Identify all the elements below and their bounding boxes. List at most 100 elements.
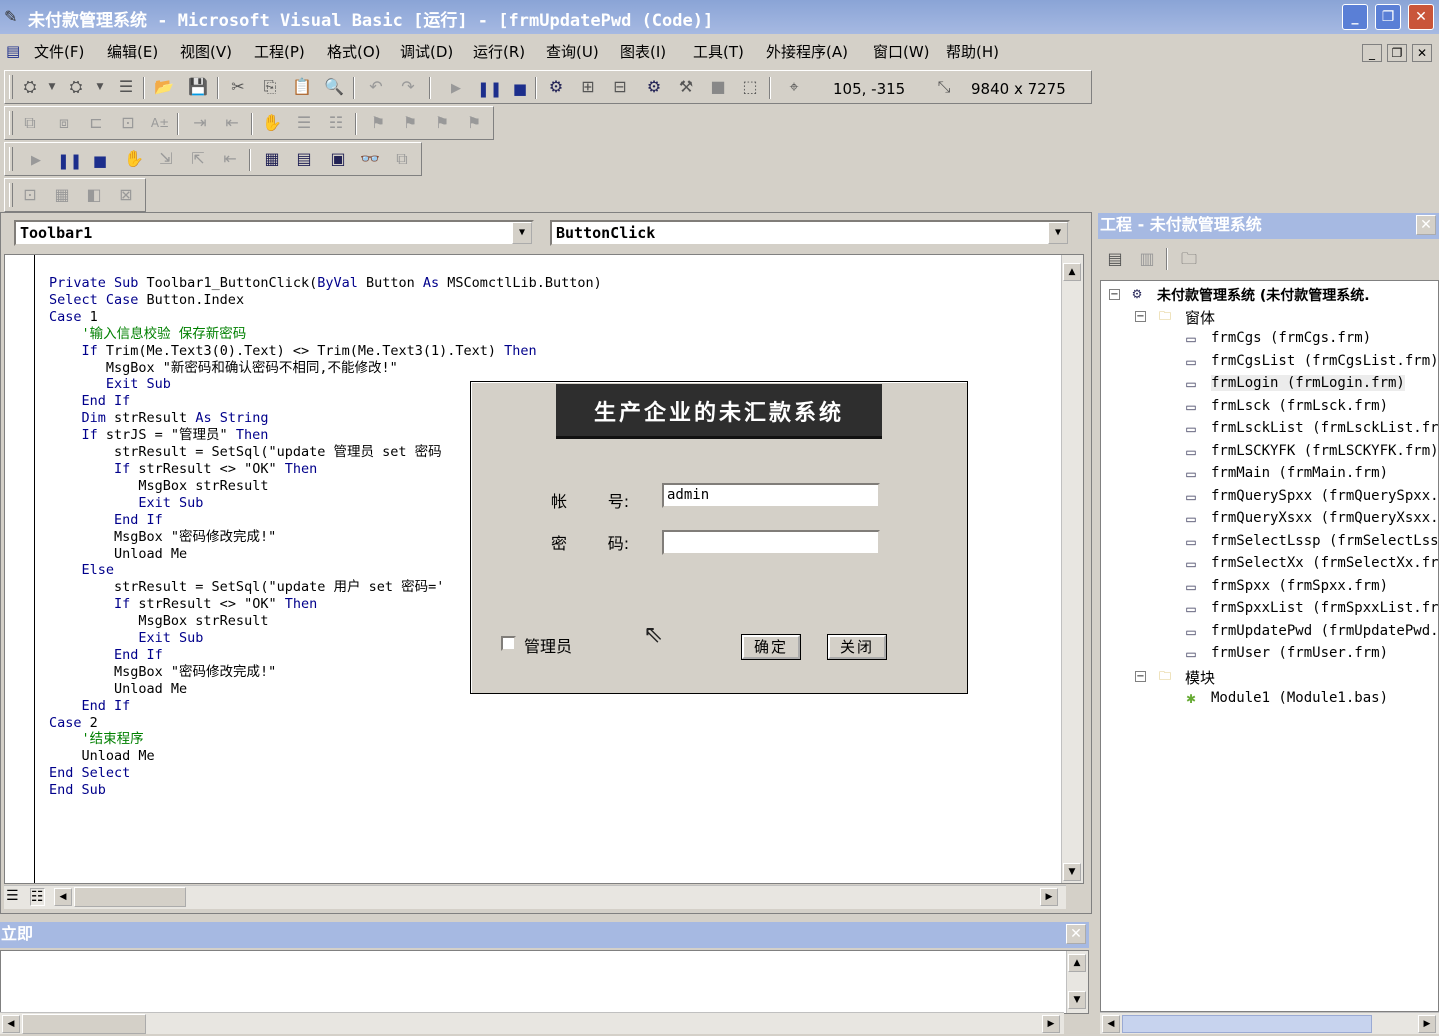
code-horizontal-scrollbar[interactable]: ☰ ☷ ◀ ▶: [4, 885, 1066, 909]
chevron-down-icon[interactable]: ▼: [512, 222, 532, 244]
code-line[interactable]: Case 1: [49, 309, 602, 326]
form-item[interactable]: frmSpxx (frmSpxx.frm): [1211, 578, 1388, 594]
next-bookmark-icon[interactable]: ⚑: [399, 112, 421, 134]
form-item[interactable]: frmSpxxList (frmSpxxList.fr: [1211, 600, 1438, 616]
code-line[interactable]: End Select: [49, 765, 602, 782]
code-line[interactable]: Case 2: [49, 715, 602, 732]
end-icon[interactable]: ■: [509, 78, 531, 100]
toolbar-grip[interactable]: [9, 147, 13, 171]
scroll-thumb[interactable]: [74, 887, 186, 907]
scroll-left-icon[interactable]: ◀: [1102, 1015, 1120, 1033]
outdent-icon[interactable]: ⇤: [221, 112, 243, 134]
close-button[interactable]: ✕: [1408, 4, 1434, 30]
menu-diagram[interactable]: 图表(I): [620, 41, 666, 62]
mdi-restore-button[interactable]: ❐: [1387, 44, 1407, 62]
form-item[interactable]: frmSelectLssp (frmSelectLss: [1211, 533, 1438, 549]
toggle-breakpoint-icon[interactable]: ✋: [123, 148, 145, 170]
immediate-window-icon[interactable]: ▤: [293, 148, 315, 170]
menu-addins[interactable]: 外接程序(A): [766, 41, 848, 62]
add-project-icon[interactable]: ⛭: [19, 76, 41, 98]
chevron-down-icon[interactable]: ▼: [1048, 222, 1068, 244]
clear-bookmarks-icon[interactable]: ⚑: [463, 112, 485, 134]
dropdown-arrow-icon[interactable]: ▼: [89, 76, 111, 98]
paste-icon[interactable]: 📋: [291, 76, 313, 98]
redo-icon[interactable]: ↷: [397, 76, 419, 98]
immediate-window[interactable]: ▲ ▼: [0, 950, 1089, 1014]
code-line[interactable]: Select Case Button.Index: [49, 292, 602, 309]
toolbox-icon[interactable]: ⚒: [675, 76, 697, 98]
parameter-info-icon[interactable]: ⊠: [115, 184, 137, 206]
start-icon[interactable]: ▶: [25, 150, 47, 172]
forms-folder-label[interactable]: 窗体: [1185, 307, 1215, 328]
align-icon[interactable]: ⊏: [85, 112, 107, 134]
dropdown-arrow-icon[interactable]: ▼: [41, 76, 63, 98]
bring-to-front-icon[interactable]: ⧉: [19, 112, 41, 134]
scroll-down-icon[interactable]: ▼: [1068, 991, 1086, 1009]
module-item[interactable]: Module1 (Module1.bas): [1211, 690, 1388, 706]
toolbar-grip[interactable]: [9, 111, 13, 135]
collapse-icon[interactable]: −: [1135, 671, 1146, 682]
center-icon[interactable]: ⊡: [117, 112, 139, 134]
font-size-icon[interactable]: A±: [149, 112, 171, 134]
form-item[interactable]: frmMain (frmMain.frm): [1211, 465, 1388, 481]
form-item[interactable]: frmLsck (frmLsck.frm): [1211, 398, 1388, 414]
scroll-up-icon[interactable]: ▲: [1063, 263, 1081, 281]
password-input[interactable]: [662, 530, 880, 555]
scroll-left-icon[interactable]: ◀: [2, 1015, 20, 1033]
save-icon[interactable]: 💾: [187, 76, 209, 98]
quick-info-icon[interactable]: ◧: [83, 184, 105, 206]
scroll-right-icon[interactable]: ▶: [1040, 888, 1058, 906]
project-tree[interactable]: − ⚙ 未付款管理系统 (未付款管理系统. − 🗀 窗体 ▭ frmCgs (fr…: [1100, 280, 1439, 1012]
locals-window-icon[interactable]: ▦: [261, 148, 283, 170]
open-icon[interactable]: 📂: [153, 76, 175, 98]
admin-checkbox[interactable]: [501, 636, 516, 651]
menu-view[interactable]: 视图(V): [180, 41, 232, 62]
view-object-icon[interactable]: ▥: [1136, 248, 1158, 270]
form-item[interactable]: frmUser (frmUser.frm): [1211, 645, 1388, 661]
previous-bookmark-icon[interactable]: ⚑: [431, 112, 453, 134]
form-item[interactable]: frmLogin (frmLogin.frm): [1211, 375, 1405, 391]
code-line[interactable]: End If: [49, 698, 602, 715]
menu-file[interactable]: 文件(F): [34, 41, 84, 62]
find-icon[interactable]: 🔍: [323, 76, 345, 98]
start-icon[interactable]: ▶: [445, 78, 467, 100]
menu-help[interactable]: 帮助(H): [946, 41, 999, 62]
scroll-left-icon[interactable]: ◀: [54, 888, 72, 906]
menu-run[interactable]: 运行(R): [473, 41, 525, 62]
toggle-folders-icon[interactable]: 🗀: [1178, 248, 1200, 270]
view-code-icon[interactable]: ▤: [1104, 248, 1126, 270]
code-line[interactable]: '输入信息校验 保存新密码: [49, 326, 602, 343]
object-browser-icon[interactable]: ⚙: [643, 76, 665, 98]
code-vertical-scrollbar[interactable]: ▲ ▼: [1061, 255, 1083, 883]
copy-icon[interactable]: ⎘: [259, 76, 281, 98]
data-view-icon[interactable]: ■: [707, 76, 729, 98]
collapse-icon[interactable]: −: [1109, 289, 1120, 300]
scroll-thumb[interactable]: [1122, 1015, 1372, 1033]
procedure-combo[interactable]: ButtonClick ▼: [550, 220, 1070, 246]
project-horizontal-scrollbar[interactable]: ◀ ▶: [1100, 1012, 1439, 1034]
menu-project[interactable]: 工程(P): [254, 41, 305, 62]
visual-component-manager-icon[interactable]: ⬚: [739, 76, 761, 98]
send-to-back-icon[interactable]: ⧈: [53, 112, 75, 134]
form-layout-icon[interactable]: ⊟: [609, 76, 631, 98]
immediate-vertical-scrollbar[interactable]: ▲ ▼: [1066, 951, 1088, 1013]
form-item[interactable]: frmLSCKYFK (frmLSCKYFK.frm): [1211, 443, 1438, 459]
menu-edit[interactable]: 编辑(E): [107, 41, 158, 62]
scroll-thumb[interactable]: [22, 1014, 146, 1034]
call-stack-icon[interactable]: ⧉: [391, 148, 413, 170]
toolbar-grip[interactable]: [9, 183, 13, 207]
list-constants-icon[interactable]: ▦: [51, 184, 73, 206]
code-line[interactable]: MsgBox "新密码和确认密码不相同,不能修改!": [49, 360, 602, 377]
mdi-close-button[interactable]: ✕: [1412, 44, 1432, 62]
code-line[interactable]: Unload Me: [49, 748, 602, 765]
collapse-icon[interactable]: −: [1135, 311, 1146, 322]
properties-window-icon[interactable]: ⊞: [577, 76, 599, 98]
close-icon[interactable]: ✕: [1416, 215, 1436, 235]
code-line[interactable]: Private Sub Toolbar1_ButtonClick(ByVal B…: [49, 275, 602, 292]
code-line[interactable]: If Trim(Me.Text3(0).Text) <> Trim(Me.Tex…: [49, 343, 602, 360]
form-item[interactable]: frmCgsList (frmCgsList.frm): [1211, 353, 1438, 369]
menu-format[interactable]: 格式(O): [327, 41, 381, 62]
comment-block-icon[interactable]: ☰: [293, 112, 315, 134]
lock-controls-icon[interactable]: ✋: [261, 112, 283, 134]
cut-icon[interactable]: ✂: [227, 76, 249, 98]
